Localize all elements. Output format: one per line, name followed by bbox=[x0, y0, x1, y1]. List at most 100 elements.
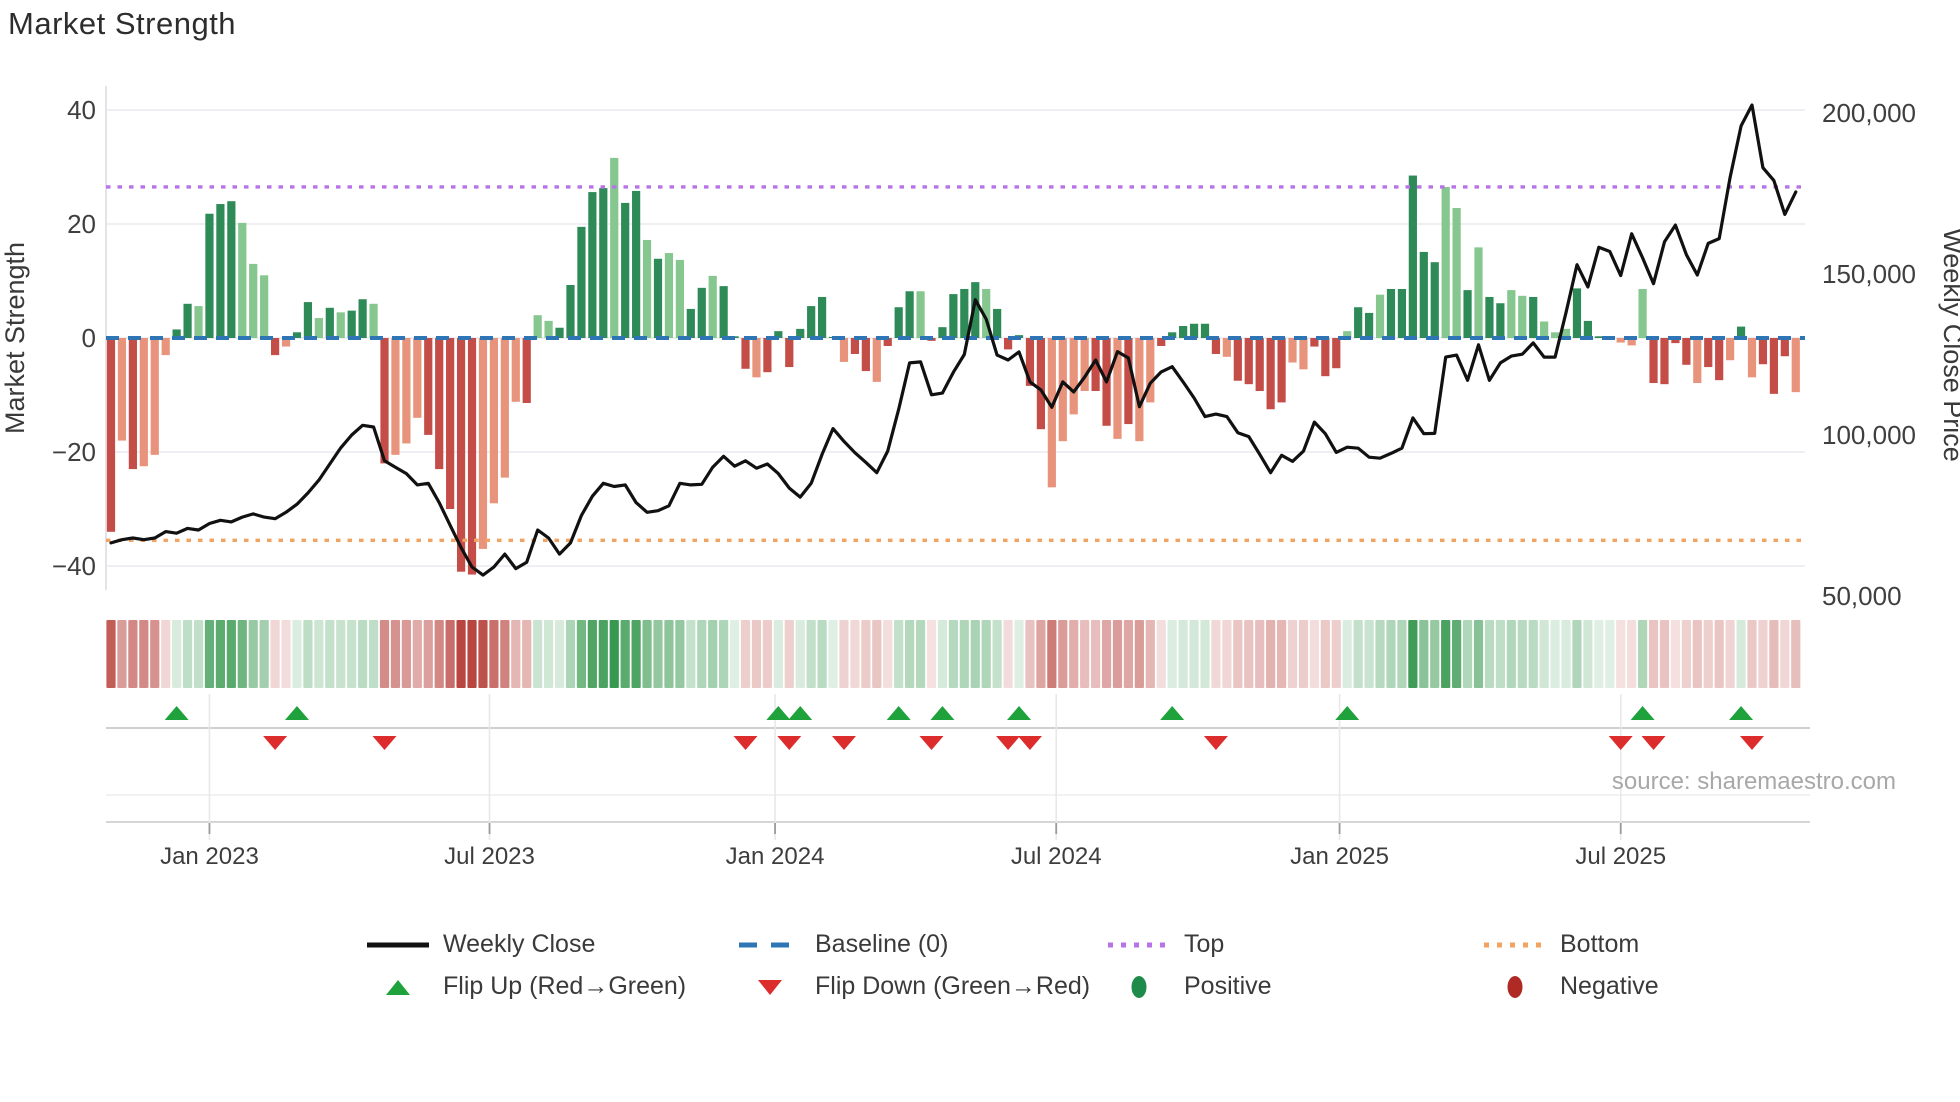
strength-bar bbox=[1321, 338, 1330, 377]
heatmap-cell bbox=[336, 620, 346, 688]
heatmap-cell bbox=[1605, 620, 1615, 688]
strength-bar bbox=[1288, 338, 1297, 363]
heatmap-cell bbox=[533, 620, 543, 688]
flip-marker-strip: Jan 2023 Jul 2023 Jan 2024 Jul 2024 Jan 2025… bbox=[106, 694, 1810, 870]
strength-bars bbox=[106, 157, 1800, 575]
x-tick-label: Jul 2023 bbox=[444, 843, 535, 870]
heatmap-cell bbox=[959, 620, 969, 688]
heatmap-cell bbox=[544, 620, 554, 688]
heatmap-cell bbox=[106, 620, 116, 688]
strength-bar bbox=[708, 275, 717, 338]
heatmap-cell bbox=[1047, 620, 1057, 688]
flip-down-marker bbox=[1017, 736, 1042, 750]
strength-bar bbox=[588, 192, 597, 338]
heatmap-cell bbox=[259, 620, 269, 688]
heatmap-cell bbox=[981, 620, 991, 688]
heatmap-cell bbox=[1189, 620, 1199, 688]
heatmap-cell bbox=[281, 620, 291, 688]
flip-down-marker bbox=[831, 736, 856, 750]
heatmap-cell bbox=[1473, 620, 1484, 688]
strength-bar bbox=[533, 315, 542, 338]
strength-bar bbox=[1299, 338, 1308, 370]
strength-bar bbox=[1496, 303, 1505, 338]
strength-bar bbox=[949, 294, 958, 338]
heatmap-cell bbox=[1441, 620, 1451, 688]
strength-bar bbox=[500, 338, 509, 478]
heatmap-cell bbox=[1506, 620, 1516, 688]
heatmap-cell bbox=[522, 620, 532, 688]
heatmap-cell bbox=[150, 620, 160, 688]
strength-bar bbox=[1529, 296, 1538, 338]
heatmap-cell bbox=[204, 620, 215, 688]
heatmap-cell bbox=[1462, 620, 1473, 688]
flip-up-marker bbox=[164, 706, 189, 720]
flip-down-marker bbox=[263, 736, 288, 750]
legend-item-baseline: Baseline (0) bbox=[737, 930, 948, 959]
heatmap-cell bbox=[314, 620, 324, 688]
heatmap-cell bbox=[445, 620, 455, 688]
strength-bar bbox=[993, 308, 1002, 338]
strength-bar bbox=[1419, 251, 1428, 338]
heatmap-cell bbox=[1528, 620, 1538, 688]
heatmap-cell bbox=[368, 620, 379, 688]
strength-bar bbox=[1375, 294, 1385, 338]
heatmap-cell bbox=[1145, 620, 1155, 688]
heatmap-cell bbox=[1791, 620, 1801, 688]
strength-bar bbox=[522, 338, 531, 403]
heatmap-cell bbox=[1091, 620, 1101, 688]
strength-bar bbox=[1277, 338, 1286, 403]
strength-bar bbox=[1189, 323, 1199, 338]
legend-label: Negative bbox=[1560, 972, 1659, 1000]
heatmap-cell bbox=[1112, 620, 1123, 688]
heatmap-cell bbox=[806, 620, 816, 688]
heatmap-cell bbox=[1517, 620, 1527, 688]
heatmap-cell bbox=[719, 620, 729, 688]
triangle-up-icon bbox=[365, 977, 431, 997]
strength-bar bbox=[1747, 338, 1757, 378]
strength-bar bbox=[1211, 338, 1221, 354]
heatmap-cell bbox=[1408, 620, 1418, 688]
strength-bar bbox=[238, 222, 247, 338]
heatmap-cell bbox=[872, 620, 882, 688]
weekly-close-path bbox=[109, 103, 1798, 577]
flip-up-marker bbox=[1160, 706, 1185, 720]
heatmap-cell bbox=[653, 620, 663, 688]
strength-bar bbox=[1430, 262, 1439, 338]
strength-bar bbox=[413, 338, 422, 418]
strength-bar bbox=[1518, 295, 1527, 338]
red-dot-icon bbox=[1482, 975, 1548, 999]
heatmap-cell bbox=[358, 620, 368, 688]
strength-bar bbox=[1036, 338, 1045, 430]
strength-bar bbox=[150, 338, 159, 455]
heatmap-cell bbox=[1123, 620, 1134, 688]
legend-item-flip-down: Flip Down (Green→Red) bbox=[737, 972, 1090, 1001]
heatmap-cell bbox=[215, 620, 225, 688]
legend-label: Flip Down (Green→Red) bbox=[815, 972, 1091, 1000]
heatmap-cell bbox=[620, 620, 630, 688]
heatmap-cell bbox=[1211, 620, 1221, 688]
heatmap-cell bbox=[1659, 620, 1670, 688]
heatmap-cell bbox=[1495, 620, 1505, 688]
legend-label: Baseline (0) bbox=[815, 930, 949, 958]
heatmap-cell bbox=[1692, 620, 1702, 688]
triangle-down-icon bbox=[737, 977, 803, 997]
heatmap-cell bbox=[992, 620, 1002, 688]
x-tick-label: Jul 2025 bbox=[1575, 843, 1666, 870]
heatmap-cell bbox=[631, 620, 641, 688]
strength-bar bbox=[1332, 338, 1341, 369]
heatmap-cell bbox=[729, 620, 740, 688]
heatmap-cell bbox=[1222, 620, 1232, 688]
heatmap-cell bbox=[1276, 620, 1287, 688]
strength-bar bbox=[227, 201, 236, 338]
strength-bar bbox=[489, 338, 498, 504]
heatmap-cell bbox=[1375, 620, 1385, 688]
strength-bar bbox=[894, 307, 903, 338]
strength-bar bbox=[1069, 338, 1078, 415]
heatmap-cell bbox=[883, 620, 893, 688]
strength-bar bbox=[818, 296, 827, 338]
heatmap-cell bbox=[325, 620, 335, 688]
legend-item-top: Top bbox=[1106, 930, 1224, 959]
reference-lines bbox=[106, 185, 1805, 543]
strength-bar bbox=[1769, 338, 1778, 394]
left-tick-label: 40 bbox=[67, 95, 96, 125]
